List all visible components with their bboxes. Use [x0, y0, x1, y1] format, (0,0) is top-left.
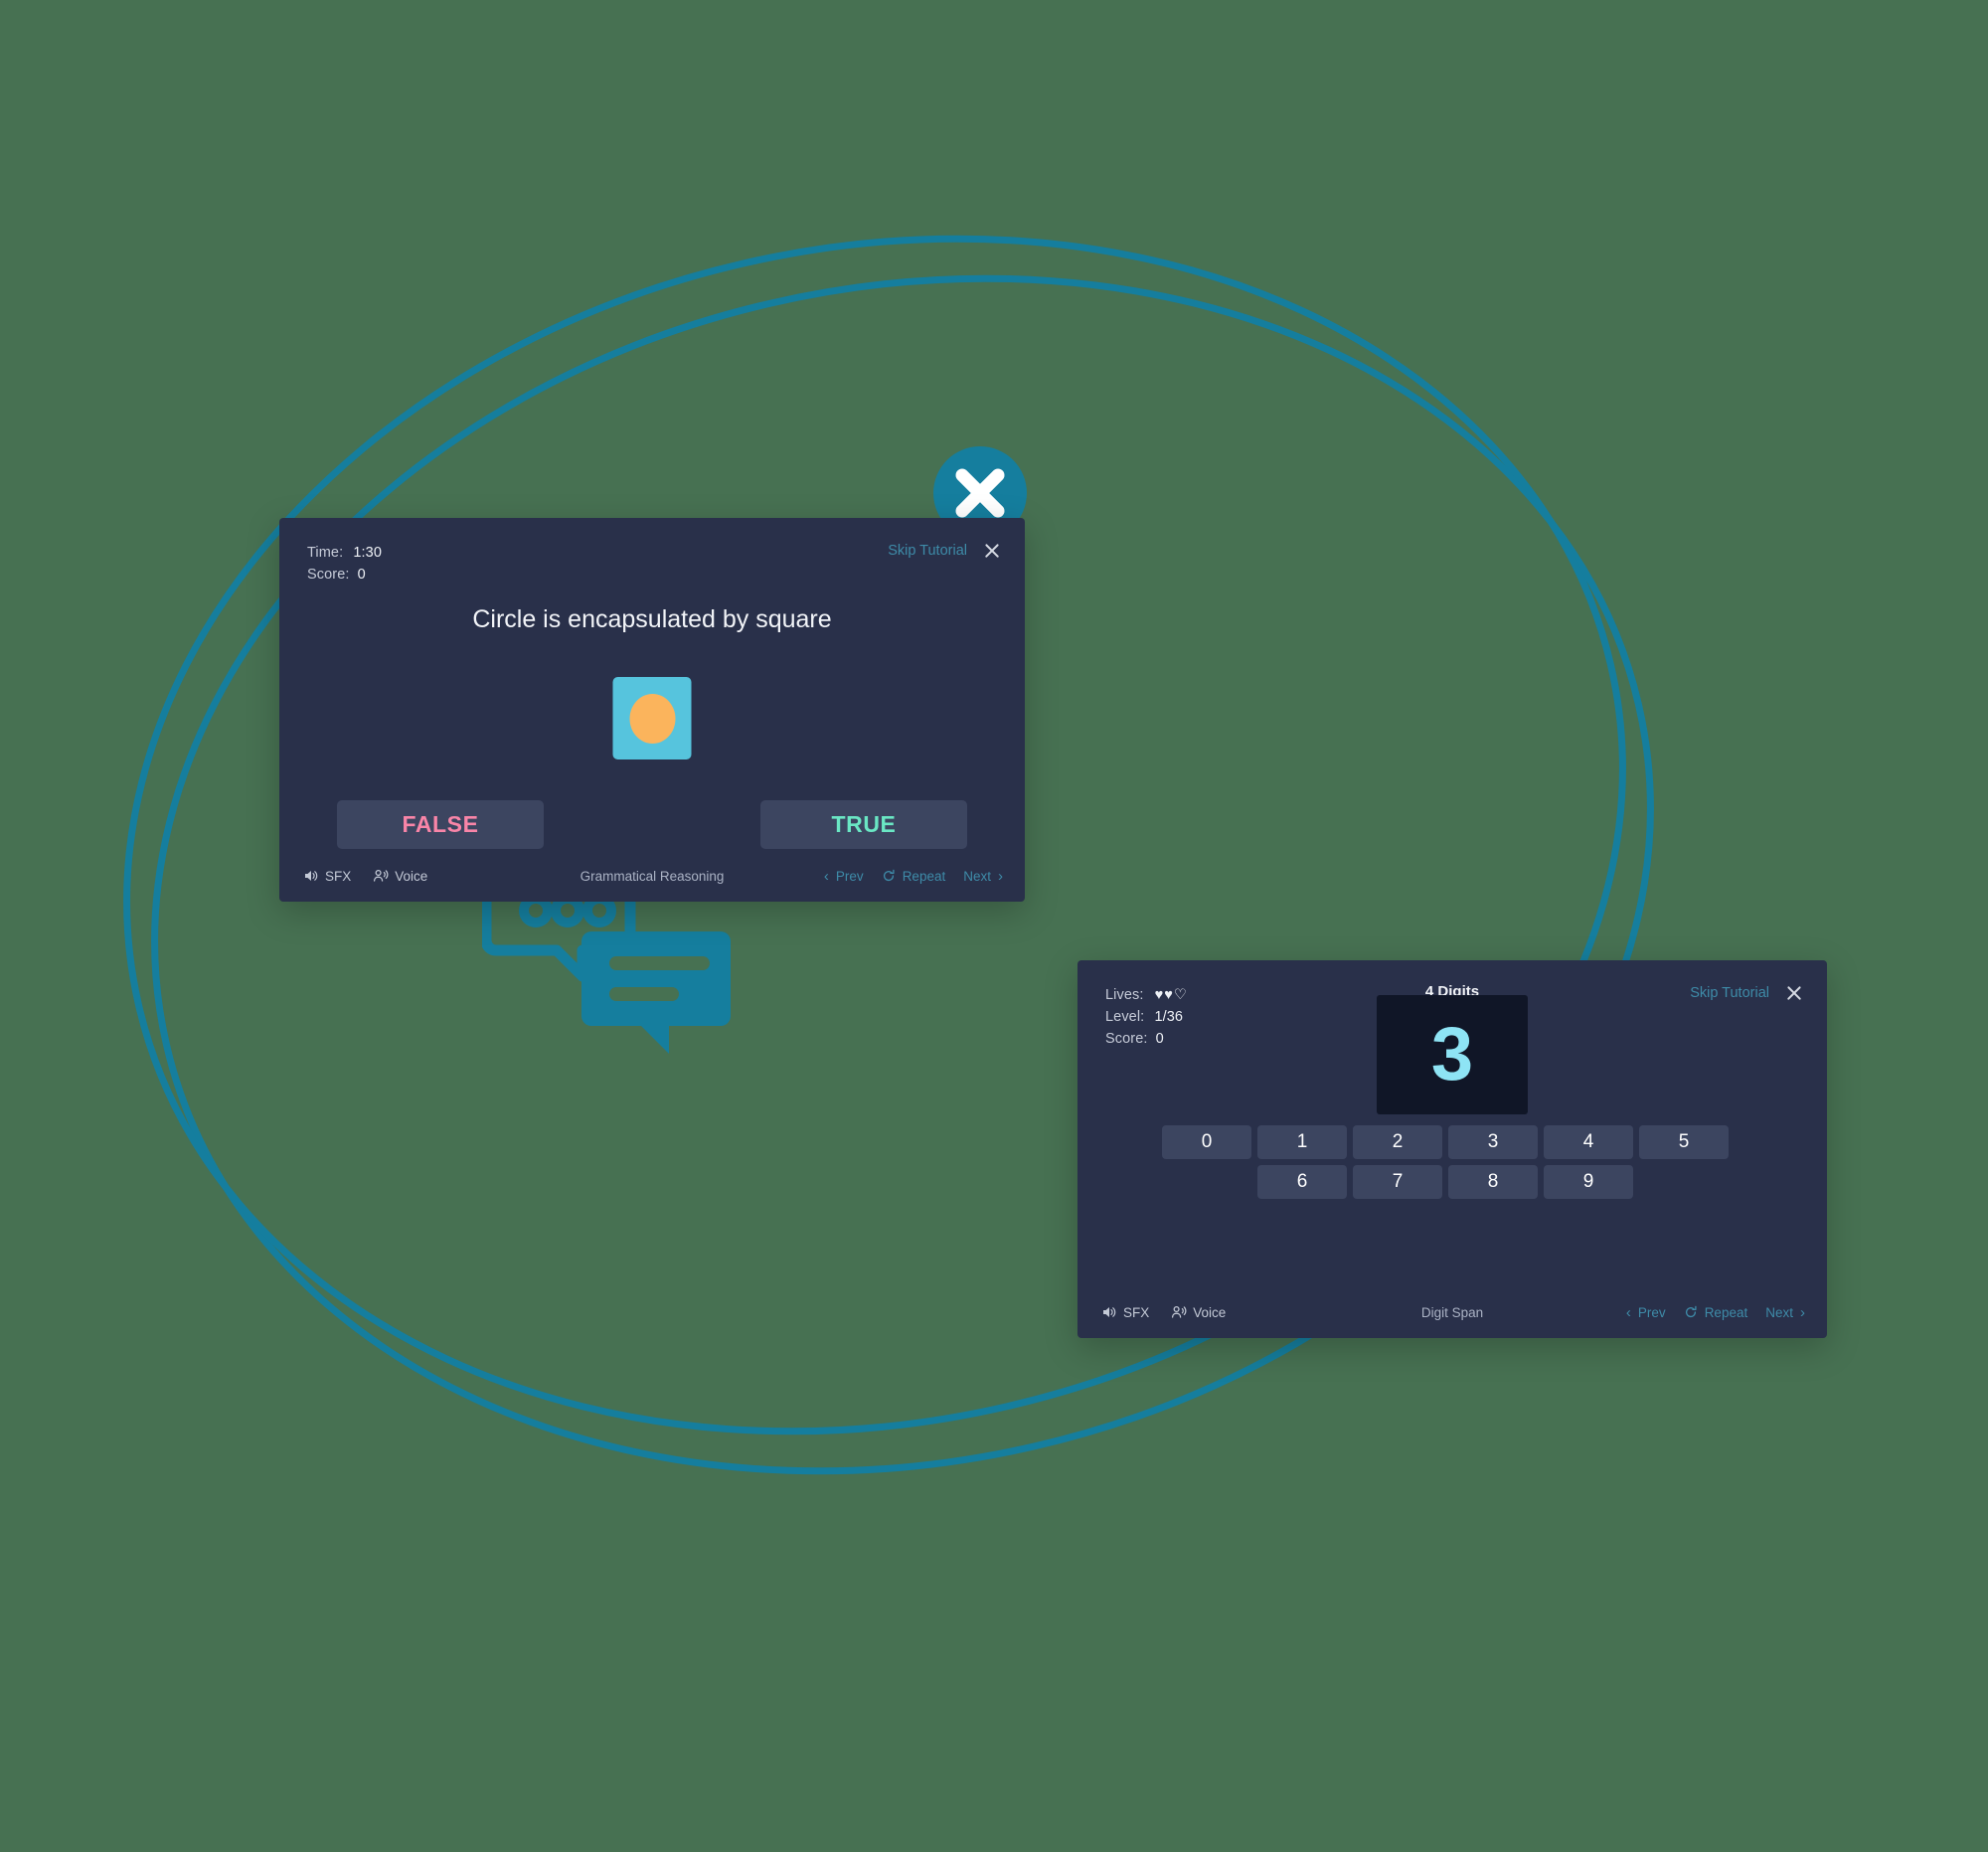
grammatical-reasoning-panel: Time: 1:30 Score: 0 Skip Tutorial Circle… — [279, 518, 1025, 902]
key-6[interactable]: 6 — [1257, 1165, 1347, 1199]
digit-display: 3 — [1377, 995, 1528, 1114]
key-2[interactable]: 2 — [1353, 1125, 1442, 1159]
repeat-icon — [1685, 1305, 1697, 1318]
repeat-label: Repeat — [1704, 1304, 1748, 1320]
score-label: Score: — [307, 566, 350, 583]
score-value: 0 — [1155, 1030, 1164, 1047]
level-value: 1/36 — [1154, 1008, 1184, 1025]
digit-header-actions: Skip Tutorial — [1690, 984, 1803, 1002]
true-button[interactable]: TRUE — [760, 800, 967, 849]
repeat-label: Repeat — [902, 868, 946, 884]
time-value: 1:30 — [353, 545, 382, 561]
repeat-icon — [883, 869, 895, 882]
stimulus-square — [612, 677, 692, 759]
keypad-row-1: 0 1 2 3 4 5 — [1162, 1125, 1742, 1159]
key-3[interactable]: 3 — [1448, 1125, 1538, 1159]
digit-footer: SFX Voice Digit Span ‹ Prev Repeat Next … — [1077, 1286, 1827, 1338]
score-label: Score: — [1105, 1030, 1148, 1047]
next-button[interactable]: Next › — [1765, 1305, 1805, 1320]
key-7[interactable]: 7 — [1353, 1165, 1442, 1199]
page-title: Circle is encapsulated by square — [472, 605, 832, 633]
answer-buttons: FALSE TRUE — [337, 800, 967, 849]
current-digit: 3 — [1430, 1012, 1474, 1096]
next-label: Next — [1765, 1304, 1793, 1320]
skip-tutorial-link[interactable]: Skip Tutorial — [888, 543, 967, 559]
key-1[interactable]: 1 — [1257, 1125, 1347, 1159]
close-icon[interactable] — [983, 542, 1001, 560]
keypad-row-2: 6 7 8 9 — [1162, 1165, 1742, 1199]
key-9[interactable]: 9 — [1544, 1165, 1633, 1199]
close-icon[interactable] — [1785, 984, 1803, 1002]
grammar-header-actions: Skip Tutorial — [888, 542, 1001, 560]
grammar-footer: SFX Voice Grammatical Reasoning ‹ Prev R… — [279, 850, 1025, 902]
key-8[interactable]: 8 — [1448, 1165, 1538, 1199]
level-label: Level: — [1105, 1008, 1145, 1025]
key-4[interactable]: 4 — [1544, 1125, 1633, 1159]
chevron-left-icon: ‹ — [823, 867, 829, 885]
level-row: Level: 1/36 — [1105, 1007, 1188, 1029]
grammar-footer-nav: ‹ Prev Repeat Next › — [824, 869, 1003, 884]
time-label: Time: — [307, 545, 344, 561]
stimulus-circle — [629, 693, 675, 744]
grammar-hud: Time: 1:30 Score: 0 — [307, 543, 382, 587]
chevron-right-icon: › — [998, 867, 1003, 885]
key-5[interactable]: 5 — [1639, 1125, 1729, 1159]
score-value: 0 — [357, 566, 366, 583]
key-0[interactable]: 0 — [1162, 1125, 1251, 1159]
false-button[interactable]: FALSE — [337, 800, 544, 849]
next-button[interactable]: Next › — [963, 869, 1003, 884]
time-row: Time: 1:30 — [307, 543, 382, 565]
skip-tutorial-link[interactable]: Skip Tutorial — [1690, 985, 1769, 1001]
prev-button[interactable]: ‹ Prev — [1626, 1305, 1666, 1320]
prev-label: Prev — [835, 868, 864, 884]
digit-footer-nav: ‹ Prev Repeat Next › — [1626, 1305, 1805, 1320]
repeat-button[interactable]: Repeat — [1684, 1304, 1748, 1320]
digit-score-row: Score: 0 — [1105, 1029, 1188, 1051]
digit-span-panel: Lives: ♥♥♡ Level: 1/36 Score: 0 4 Digits… — [1077, 960, 1827, 1338]
digit-keypad: 0 1 2 3 4 5 6 7 8 9 — [1162, 1125, 1742, 1205]
background-decoration — [123, 235, 1654, 1475]
chevron-left-icon: ‹ — [1625, 1303, 1631, 1321]
repeat-button[interactable]: Repeat — [882, 868, 946, 884]
chevron-right-icon: › — [1800, 1303, 1805, 1321]
score-row: Score: 0 — [307, 565, 382, 587]
prev-button[interactable]: ‹ Prev — [824, 869, 864, 884]
next-label: Next — [963, 868, 991, 884]
prev-label: Prev — [1637, 1304, 1666, 1320]
